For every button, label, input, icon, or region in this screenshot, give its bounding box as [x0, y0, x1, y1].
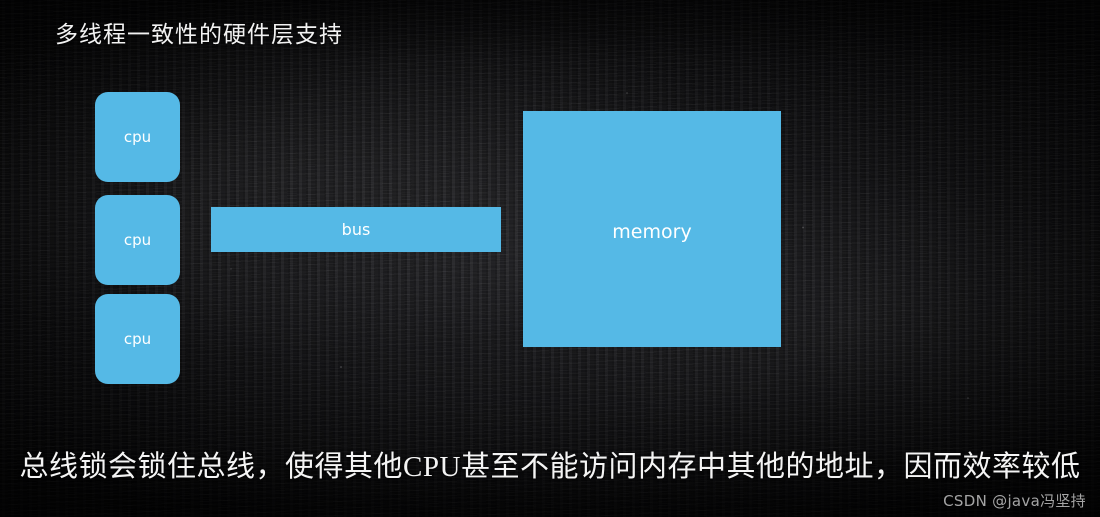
- page-title: 多线程一致性的硬件层支持: [55, 22, 343, 47]
- diagram-node-cpu-3: cpu: [95, 294, 180, 384]
- cpu-1-label: cpu: [123, 128, 152, 146]
- slide-canvas: 多线程一致性的硬件层支持 cpu cpu cpu bus memory 总线锁会…: [0, 0, 1100, 517]
- watermark: CSDN @java冯坚持: [943, 492, 1086, 510]
- diagram-node-cpu-1: cpu: [95, 92, 180, 182]
- memory-label: memory: [612, 221, 692, 243]
- slide-caption: 总线锁会锁住总线，使得其他CPU甚至不能访问内存中其他的地址，因而效率较低: [19, 451, 1081, 483]
- cpu-2-label: cpu: [123, 231, 152, 249]
- diagram-node-memory: memory: [523, 111, 781, 347]
- cpu-3-label: cpu: [123, 330, 152, 348]
- diagram-node-cpu-2: cpu: [95, 195, 180, 285]
- bus-label: bus: [341, 220, 371, 239]
- diagram-node-bus: bus: [211, 207, 501, 252]
